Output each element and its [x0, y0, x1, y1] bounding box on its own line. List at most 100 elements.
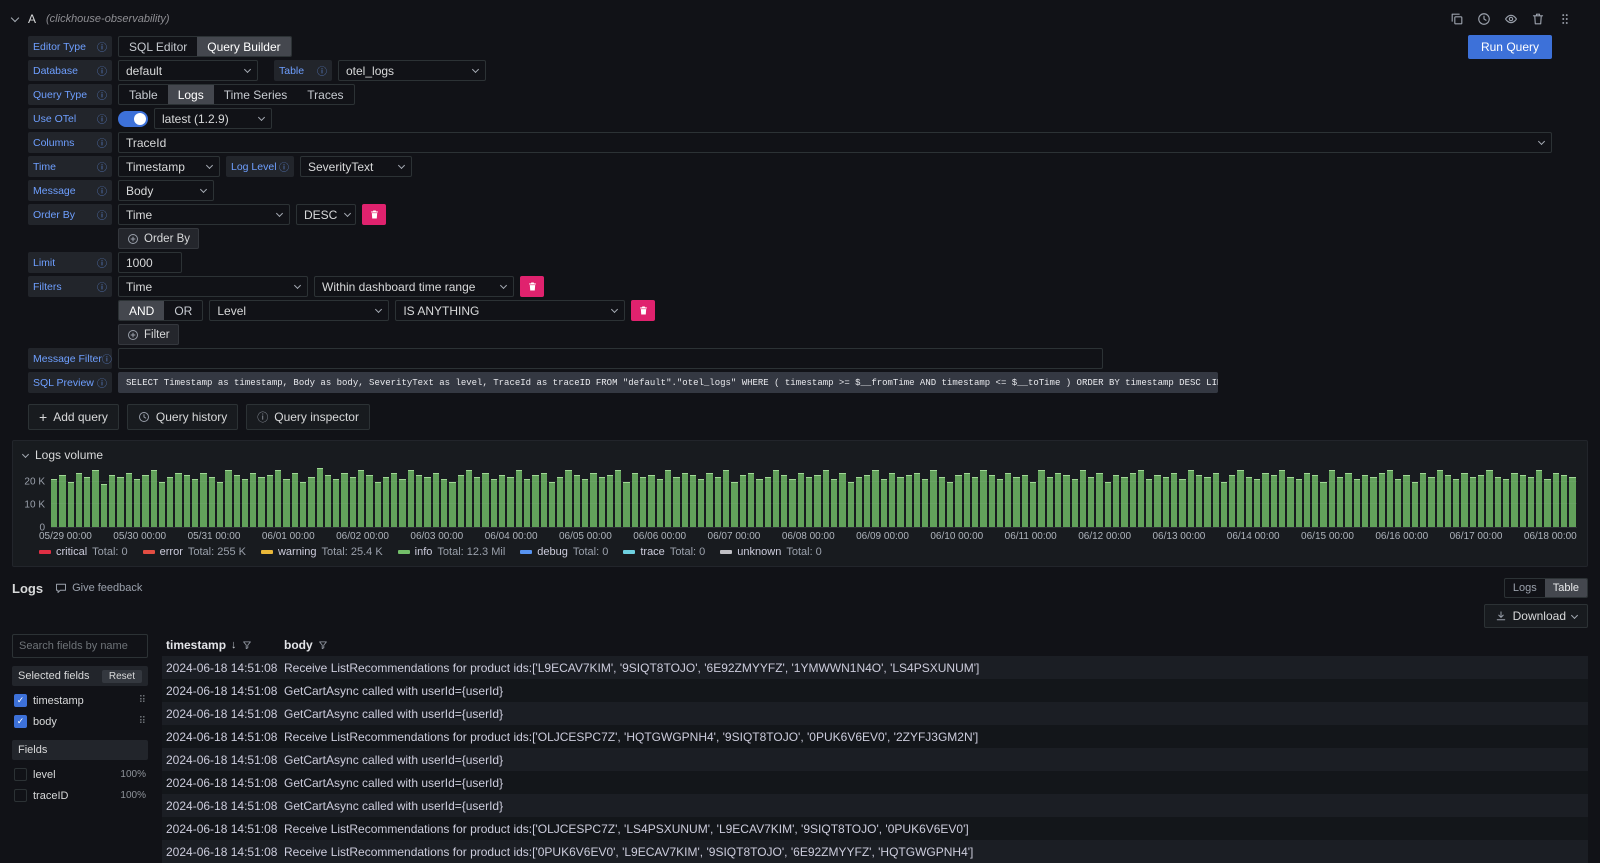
info-icon[interactable]: ⓘ [97, 135, 107, 150]
legend-item-critical[interactable]: criticalTotal: 0 [39, 546, 128, 558]
columns-multiselect[interactable]: TraceId [118, 132, 1552, 153]
time-column-select[interactable]: Timestamp [118, 156, 220, 177]
remove-query-trash-icon[interactable] [1531, 12, 1545, 26]
view-toggle-logs[interactable]: Logs [1505, 579, 1545, 597]
query-type-time-series[interactable]: Time Series [214, 85, 298, 104]
log-row[interactable]: 2024-06-18 14:51:08Receive ListRecommend… [162, 840, 1588, 863]
info-icon[interactable]: ⓘ [97, 255, 107, 270]
logs-volume-header[interactable]: Logs volume [13, 441, 1587, 466]
info-icon[interactable]: ⓘ [97, 87, 107, 102]
plus-circle-icon [127, 329, 139, 341]
query-type-table[interactable]: Table [119, 85, 168, 104]
info-icon[interactable]: ⓘ [317, 63, 327, 78]
view-toggle-table[interactable]: Table [1545, 579, 1587, 597]
field-row-level[interactable]: level100% [12, 764, 148, 785]
add-order-by-button[interactable]: Order By [118, 228, 199, 249]
volume-bar [408, 470, 414, 527]
filter2-field-select[interactable]: Level [209, 300, 389, 321]
info-icon[interactable]: ⓘ [97, 375, 107, 390]
run-query-button[interactable]: Run Query [1468, 35, 1552, 59]
legend-item-info[interactable]: infoTotal: 12.3 Mil [398, 546, 506, 558]
info-icon[interactable]: ⓘ [97, 111, 107, 126]
order-by-field-select[interactable]: Time [118, 204, 290, 225]
conjunction-and[interactable]: AND [119, 301, 164, 320]
log-level-select[interactable]: SeverityText [300, 156, 412, 177]
legend-item-trace[interactable]: traceTotal: 0 [623, 546, 705, 558]
checkbox-body[interactable]: ✓ [14, 715, 27, 728]
message-column-select[interactable]: Body [118, 180, 214, 201]
logs-volume-plot[interactable] [51, 468, 1577, 528]
delete-filter2-button[interactable] [631, 300, 655, 321]
legend-item-warning[interactable]: warningTotal: 25.4 K [261, 546, 383, 558]
legend-item-debug[interactable]: debugTotal: 0 [520, 546, 608, 558]
checkbox-timestamp[interactable]: ✓ [14, 694, 27, 707]
checkbox-level[interactable] [14, 768, 27, 781]
filter-operator-select[interactable]: Within dashboard time range [314, 276, 514, 297]
filter-field-select[interactable]: Time [118, 276, 308, 297]
drag-handle-icon[interactable] [1558, 12, 1572, 26]
reset-fields-button[interactable]: Reset [102, 670, 142, 683]
limit-input[interactable] [118, 252, 182, 273]
log-row[interactable]: 2024-06-18 14:51:08GetCartAsync called w… [162, 679, 1588, 702]
editor-type-sql-editor[interactable]: SQL Editor [119, 37, 197, 56]
log-row[interactable]: 2024-06-18 14:51:08GetCartAsync called w… [162, 702, 1588, 725]
volume-bar [458, 475, 464, 527]
duplicate-query-icon[interactable] [1450, 12, 1464, 26]
query-type-traces[interactable]: Traces [297, 85, 353, 104]
legend-item-unknown[interactable]: unknownTotal: 0 [720, 546, 822, 558]
give-feedback-link[interactable]: Give feedback [55, 582, 142, 594]
log-row[interactable]: 2024-06-18 14:51:08Receive ListRecommend… [162, 656, 1588, 679]
drag-handle-icon[interactable]: ⠿ [139, 695, 146, 706]
delete-order-by-button[interactable] [362, 204, 386, 225]
conjunction-or[interactable]: OR [164, 301, 202, 320]
log-row[interactable]: 2024-06-18 14:51:08GetCartAsync called w… [162, 794, 1588, 817]
field-row-body[interactable]: ✓body⠿ [12, 711, 148, 732]
log-row[interactable]: 2024-06-18 14:51:08GetCartAsync called w… [162, 748, 1588, 771]
info-icon[interactable]: ⓘ [97, 183, 107, 198]
order-direction-select[interactable]: DESC [296, 204, 356, 225]
log-row[interactable]: 2024-06-18 14:51:08GetCartAsync called w… [162, 771, 1588, 794]
filter-funnel-icon[interactable] [242, 640, 252, 650]
delete-filter-button[interactable] [520, 276, 544, 297]
otel-version-select[interactable]: latest (1.2.9) [154, 108, 272, 129]
field-row-traceID[interactable]: traceID100% [12, 785, 148, 806]
drag-handle-icon[interactable]: ⠿ [139, 716, 146, 727]
history-icon[interactable] [1477, 12, 1491, 26]
info-icon[interactable]: ⓘ [279, 159, 289, 174]
hide-response-eye-icon[interactable] [1504, 12, 1518, 26]
body-column-header[interactable]: body [284, 638, 1588, 652]
legend-item-error[interactable]: errorTotal: 255 K [143, 546, 246, 558]
log-row[interactable]: 2024-06-18 14:51:08Receive ListRecommend… [162, 817, 1588, 840]
log-row[interactable]: 2024-06-18 14:51:08Receive ListRecommend… [162, 725, 1588, 748]
timestamp-column-header[interactable]: timestamp ↓ [162, 638, 284, 652]
info-icon[interactable]: ⓘ [102, 351, 112, 366]
add-query-button[interactable]: +Add query [28, 404, 119, 430]
search-fields-input[interactable] [12, 634, 148, 658]
log-timestamp-cell: 2024-06-18 14:51:08 [162, 822, 284, 836]
download-button[interactable]: Download [1484, 604, 1588, 628]
sort-desc-icon[interactable]: ↓ [231, 639, 237, 651]
table-select[interactable]: otel_logs [338, 60, 486, 81]
editor-type-query-builder[interactable]: Query Builder [197, 37, 290, 56]
message-filter-input[interactable] [118, 348, 1103, 369]
use-otel-toggle[interactable] [118, 111, 148, 127]
query-inspector-button[interactable]: ⓘQuery inspector [246, 404, 370, 430]
volume-bar [773, 470, 779, 527]
query-type-logs[interactable]: Logs [168, 85, 214, 104]
info-icon[interactable]: ⓘ [97, 63, 107, 78]
query-history-button[interactable]: Query history [127, 404, 238, 430]
info-icon[interactable]: ⓘ [97, 207, 107, 222]
filter-funnel-icon[interactable] [318, 640, 328, 650]
add-filter-button[interactable]: Filter [118, 324, 179, 345]
field-row-timestamp[interactable]: ✓timestamp⠿ [12, 690, 148, 711]
volume-bar [549, 482, 555, 527]
log-body-cell: GetCartAsync called with userId={userId} [284, 776, 1588, 790]
checkbox-traceID[interactable] [14, 789, 27, 802]
database-select[interactable]: default [118, 60, 258, 81]
info-icon[interactable]: ⓘ [97, 279, 107, 294]
collapse-query-icon[interactable] [11, 14, 19, 22]
filter2-operator-select[interactable]: IS ANYTHING [395, 300, 625, 321]
info-icon[interactable]: ⓘ [97, 159, 107, 174]
volume-bar [317, 468, 323, 527]
info-icon[interactable]: ⓘ [97, 39, 107, 54]
